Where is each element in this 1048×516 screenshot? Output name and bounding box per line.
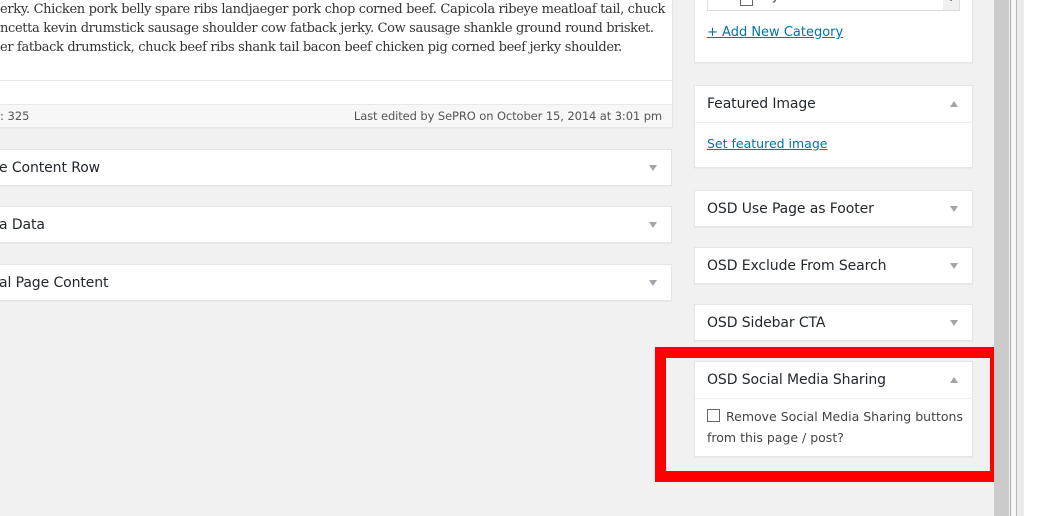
- category-label: Cyanobacteria: [763, 0, 854, 3]
- metabox-page-content[interactable]: al Page Content: [0, 264, 672, 301]
- metabox-title: e Content Row: [0, 160, 101, 176]
- last-edited-info: Last edited by SePRO on October 15, 2014…: [353, 109, 662, 123]
- metabox-title: OSD Exclude From Search: [707, 258, 887, 274]
- toggle-arrow-up-icon[interactable]: [950, 101, 958, 107]
- remove-sharing-option: Remove Social Media Sharing buttons from…: [707, 406, 967, 448]
- toggle-arrow-down-icon[interactable]: [950, 263, 958, 269]
- word-count: : 325: [0, 109, 30, 123]
- metabox-title[interactable]: Featured Image: [707, 86, 816, 122]
- categories-metabox: Cyanobacteria ⌄ + Add New Category: [694, 0, 973, 63]
- toggle-arrow-down-icon[interactable]: [649, 280, 657, 286]
- toggle-arrow-down-icon[interactable]: [950, 206, 958, 212]
- featured-image-metabox: Featured Image Set featured image: [694, 85, 973, 168]
- metabox-title: OSD Use Page as Footer: [707, 201, 874, 217]
- editor-status-bar: : 325 Last edited by SePRO on October 15…: [0, 104, 672, 127]
- toggle-arrow-down-icon[interactable]: [649, 165, 657, 171]
- header-divider: [695, 122, 972, 123]
- use-page-as-footer-metabox[interactable]: OSD Use Page as Footer: [694, 190, 973, 227]
- exclude-from-search-metabox[interactable]: OSD Exclude From Search: [694, 247, 973, 284]
- metabox-meta-data[interactable]: a Data: [0, 206, 672, 243]
- editor-line: ncetta kevin drumstick sausage shoulder …: [0, 21, 654, 36]
- category-checkbox[interactable]: [740, 0, 753, 6]
- header-divider: [695, 398, 972, 399]
- social-media-sharing-metabox: OSD Social Media Sharing Remove Social M…: [694, 361, 973, 457]
- remove-sharing-label[interactable]: Remove Social Media Sharing buttons from…: [707, 409, 963, 445]
- toggle-arrow-up-icon[interactable]: [950, 377, 958, 383]
- editor-line: erky. Chicken pork belly spare ribs land…: [0, 2, 666, 17]
- window-border: [1017, 0, 1024, 516]
- toggle-arrow-down-icon[interactable]: [950, 320, 958, 326]
- remove-sharing-checkbox[interactable]: [707, 409, 720, 422]
- set-featured-image-link[interactable]: Set featured image: [707, 136, 827, 151]
- metabox-title[interactable]: OSD Social Media Sharing: [707, 362, 886, 398]
- metabox-title: al Page Content: [0, 275, 109, 291]
- add-new-category-link[interactable]: + Add New Category: [707, 25, 843, 40]
- metabox-content-row[interactable]: e Content Row: [0, 149, 672, 186]
- metabox-title: OSD Sidebar CTA: [707, 315, 826, 331]
- category-checklist[interactable]: Cyanobacteria ⌄: [707, 0, 960, 11]
- editor-line: er fatback drumstick, chuck beef ribs sh…: [0, 40, 622, 55]
- toggle-arrow-down-icon[interactable]: [649, 222, 657, 228]
- sidebar-cta-metabox[interactable]: OSD Sidebar CTA: [694, 304, 973, 341]
- editor-divider: [0, 80, 672, 81]
- outer-background: [1024, 0, 1048, 516]
- editor-text[interactable]: erky. Chicken pork belly spare ribs land…: [0, 0, 670, 57]
- metabox-title: a Data: [0, 217, 45, 233]
- chevron-down-icon[interactable]: ⌄: [943, 0, 959, 10]
- scrollbar-track[interactable]: [994, 0, 1009, 516]
